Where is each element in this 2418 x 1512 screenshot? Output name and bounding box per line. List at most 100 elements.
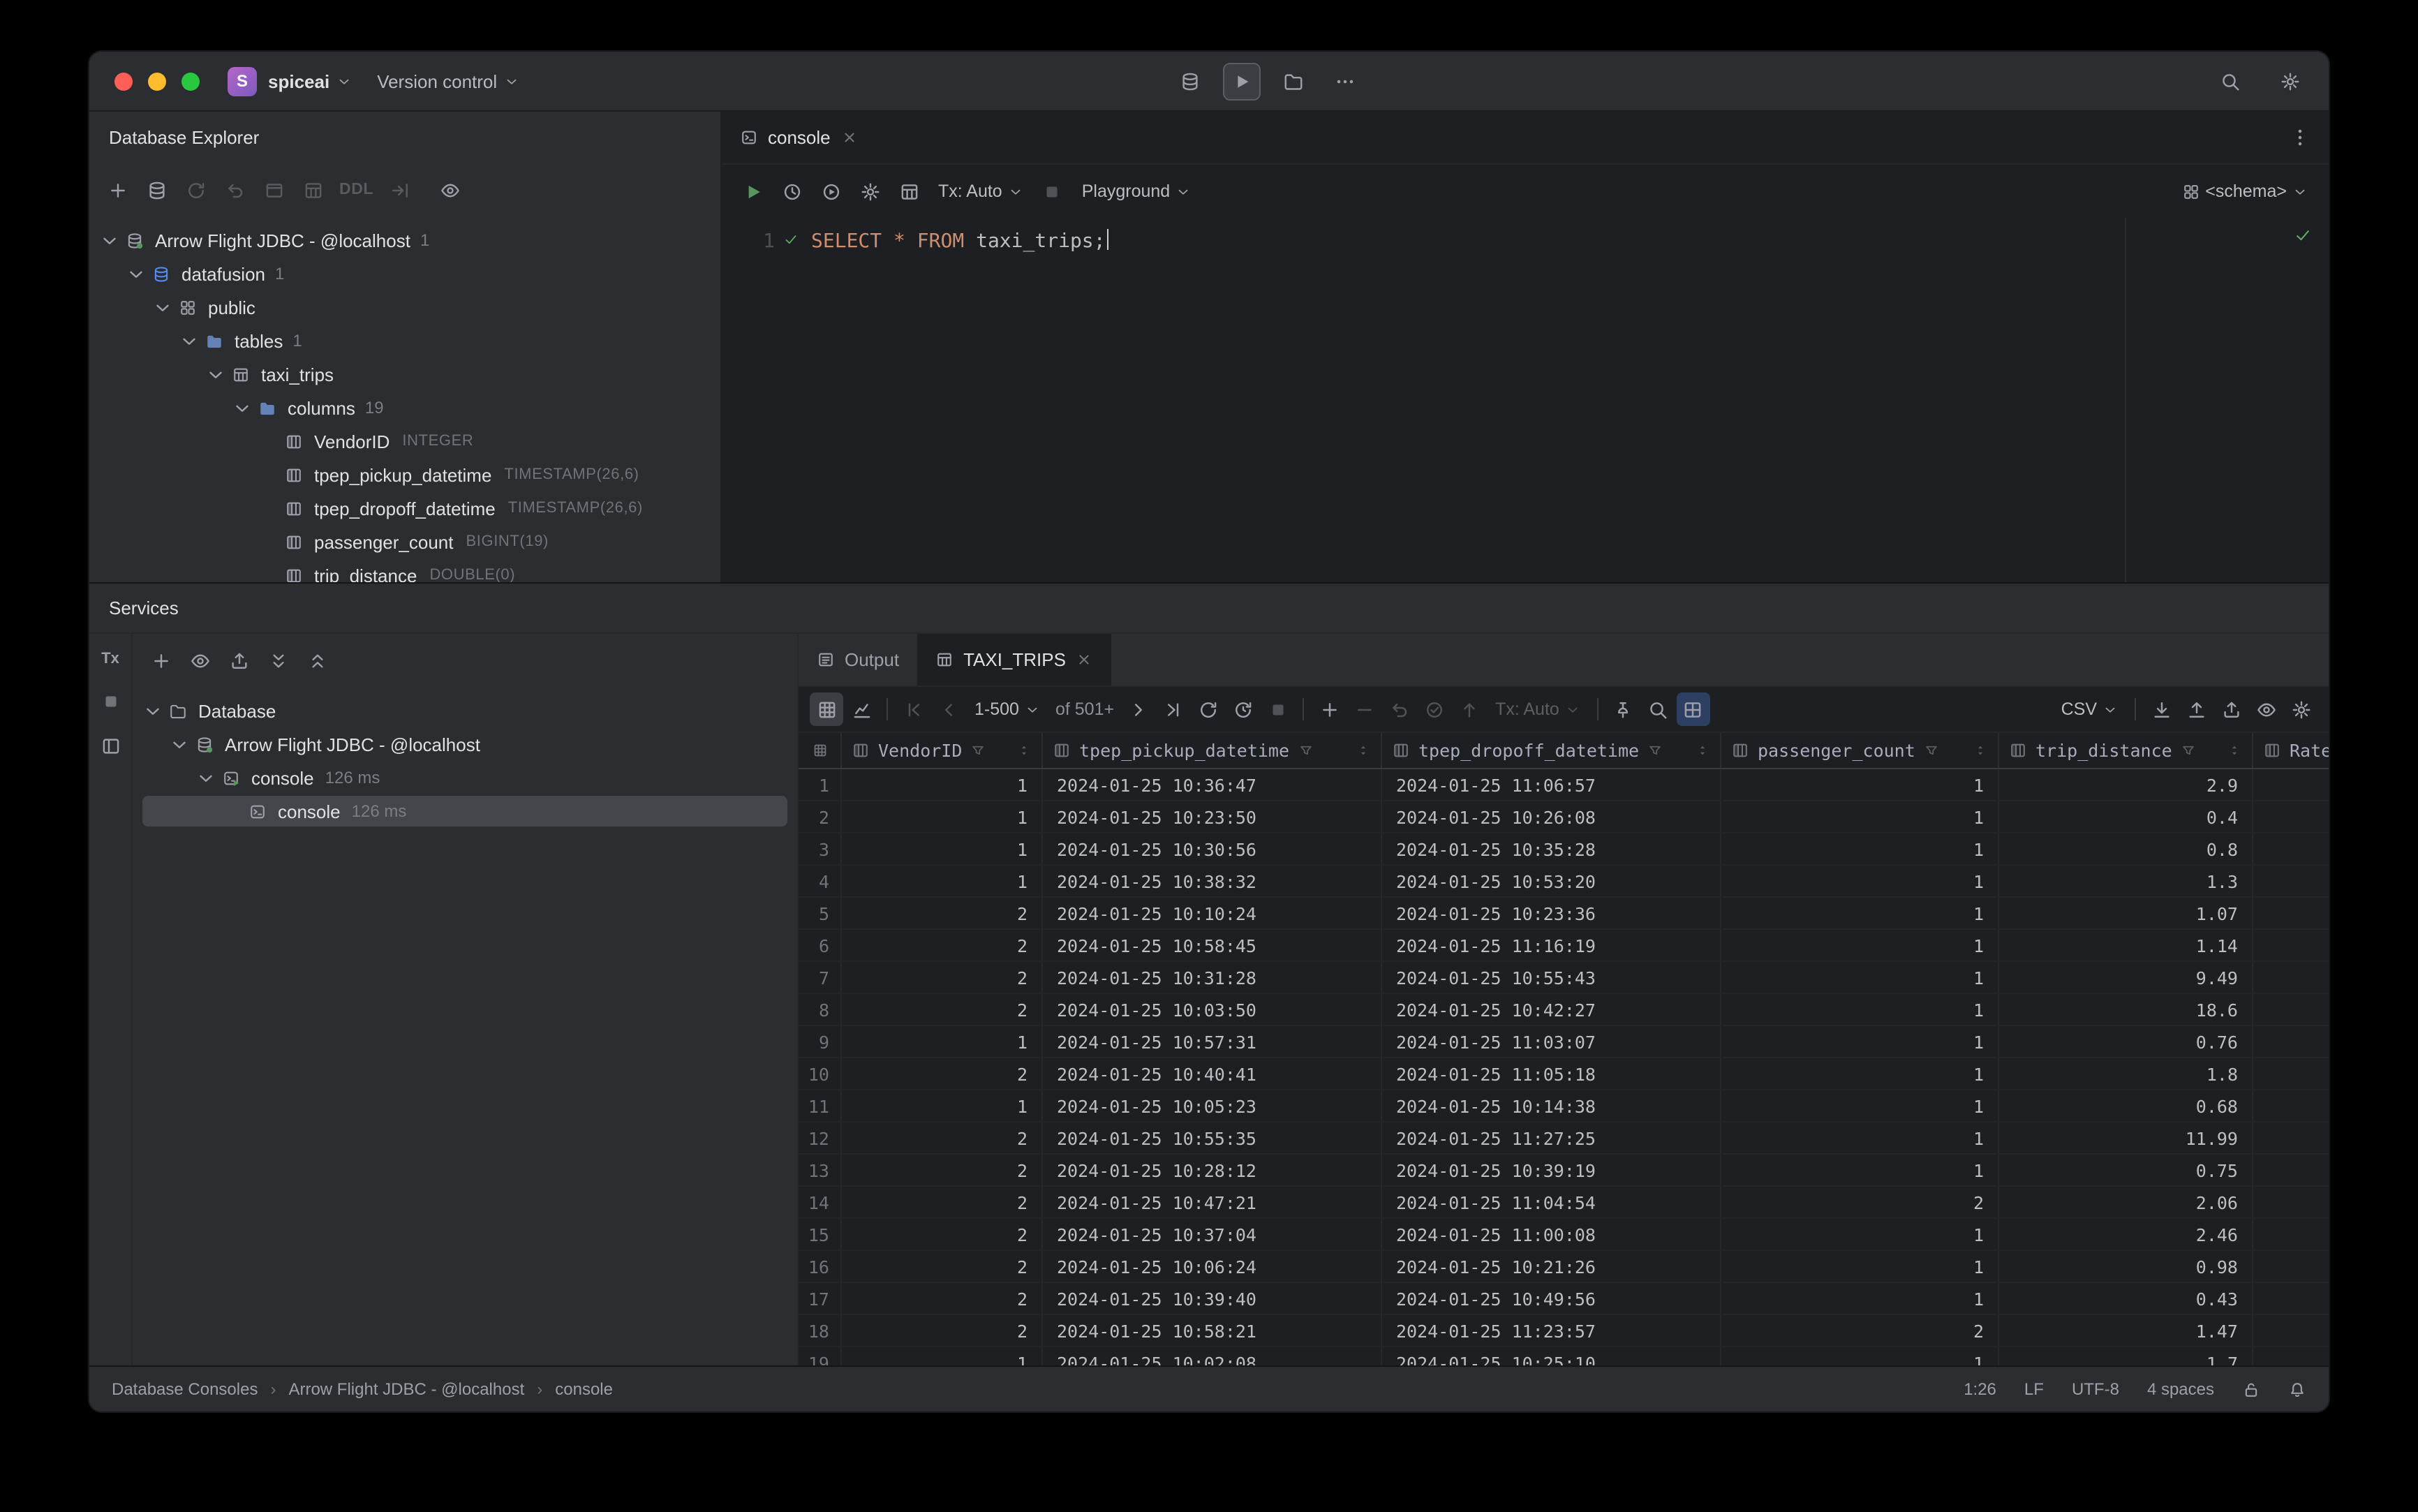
- tree-item-console[interactable]: console 126 ms: [133, 794, 797, 828]
- chevron-down-icon[interactable]: [230, 396, 254, 420]
- ddl-button[interactable]: DDL: [334, 172, 379, 208]
- chevron-down-icon[interactable]: [168, 732, 191, 756]
- cell[interactable]: 2: [842, 1251, 1043, 1282]
- query-history-button[interactable]: [773, 173, 810, 209]
- add-data-source-button[interactable]: [99, 172, 135, 208]
- cell[interactable]: 1: [1721, 1155, 1999, 1185]
- cell[interactable]: 2024-01-25 10:02:08: [1043, 1347, 1382, 1365]
- cell[interactable]: 1: [1721, 801, 1999, 832]
- cell[interactable]: 2024-01-25 11:00:08: [1382, 1219, 1721, 1250]
- row-number[interactable]: 18: [799, 1315, 842, 1346]
- column-header-tpep-pickup-datetime[interactable]: tpep_pickup_datetime: [1043, 733, 1382, 768]
- view-options-button[interactable]: [181, 642, 218, 679]
- line-ending-indicator[interactable]: LF: [2024, 1379, 2044, 1399]
- tx-mode-dropdown[interactable]: Tx: Auto: [930, 173, 1032, 209]
- caret-position[interactable]: 1:26: [1964, 1379, 1996, 1399]
- cell[interactable]: 2024-01-25 10:28:12: [1043, 1155, 1382, 1185]
- cell[interactable]: 1: [1721, 1058, 1999, 1089]
- inspections-ok-icon[interactable]: [2294, 226, 2312, 244]
- data-source-properties-button[interactable]: [138, 172, 175, 208]
- breadcrumb-item-console[interactable]: console: [555, 1379, 613, 1399]
- sort-icon[interactable]: [1356, 743, 1371, 758]
- grid-view-options-button[interactable]: [2249, 692, 2283, 726]
- tab-taxi-trips[interactable]: TAXI_TRIPS: [917, 634, 1112, 685]
- pin-tab-button[interactable]: [1607, 692, 1640, 726]
- database-tool-button[interactable]: [1171, 62, 1209, 100]
- lock-icon[interactable]: [2242, 1380, 2260, 1398]
- cell[interactable]: [2253, 1251, 2329, 1282]
- find-in-grid-button[interactable]: [1642, 692, 1675, 726]
- cell[interactable]: 1: [842, 1347, 1043, 1365]
- cell[interactable]: 2024-01-25 10:26:08: [1382, 801, 1721, 832]
- cell[interactable]: 2024-01-25 10:14:38: [1382, 1090, 1721, 1121]
- cell[interactable]: 2: [842, 962, 1043, 993]
- cell[interactable]: 2: [842, 1058, 1043, 1089]
- cell[interactable]: 0.76: [1999, 1026, 2253, 1057]
- playground-dropdown[interactable]: Playground: [1074, 173, 1200, 209]
- cell[interactable]: [2253, 930, 2329, 961]
- grid-tx-dropdown[interactable]: Tx: Auto: [1487, 692, 1589, 726]
- row-number[interactable]: 13: [799, 1155, 842, 1185]
- revert-changes-button[interactable]: [1382, 692, 1416, 726]
- chart-view-button[interactable]: [845, 692, 878, 726]
- submit-button[interactable]: [1452, 692, 1485, 726]
- cell[interactable]: 1: [1721, 930, 1999, 961]
- row-number[interactable]: 6: [799, 930, 842, 961]
- cell[interactable]: [2253, 1090, 2329, 1121]
- import-data-button[interactable]: [2179, 692, 2213, 726]
- cell[interactable]: [2253, 1187, 2329, 1217]
- row-number[interactable]: 11: [799, 1090, 842, 1121]
- export-button[interactable]: [221, 642, 257, 679]
- jump-to-console-button[interactable]: [382, 172, 418, 208]
- tree-item-database[interactable]: Database: [133, 694, 797, 727]
- row-number[interactable]: 14: [799, 1187, 842, 1217]
- services-tool-button[interactable]: [1223, 62, 1261, 100]
- stop-button[interactable]: [1034, 173, 1071, 209]
- run-script-button[interactable]: [813, 173, 849, 209]
- tree-item-tpep-dropoff-datetime[interactable]: tpep_dropoff_datetime TIMESTAMP(26,6): [89, 491, 720, 525]
- cell[interactable]: 2024-01-25 10:35:28: [1382, 833, 1721, 864]
- bell-icon[interactable]: [2288, 1380, 2306, 1398]
- cell[interactable]: 1: [842, 801, 1043, 832]
- tree-item-columns[interactable]: columns 19: [89, 391, 720, 424]
- cell[interactable]: 2024-01-25 10:49:56: [1382, 1283, 1721, 1314]
- cell[interactable]: 2024-01-25 10:30:56: [1043, 833, 1382, 864]
- open-table-button[interactable]: [295, 172, 331, 208]
- cell[interactable]: 0.98: [1999, 1251, 2253, 1282]
- view-options-button[interactable]: [432, 172, 468, 208]
- row-number[interactable]: 4: [799, 866, 842, 896]
- cell[interactable]: 1: [1721, 1026, 1999, 1057]
- row-number[interactable]: 10: [799, 1058, 842, 1089]
- cell[interactable]: 2.06: [1999, 1187, 2253, 1217]
- cell[interactable]: 2024-01-25 10:23:36: [1382, 898, 1721, 928]
- row-number[interactable]: 15: [799, 1219, 842, 1250]
- cell[interactable]: 2024-01-25 10:39:19: [1382, 1155, 1721, 1185]
- row-number[interactable]: 5: [799, 898, 842, 928]
- chevron-down-icon[interactable]: [204, 362, 228, 386]
- reload-data-button[interactable]: [1191, 692, 1224, 726]
- tree-item-arrow-flight-jdbc-localhost[interactable]: Arrow Flight JDBC - @localhost 1: [89, 223, 720, 257]
- settings-button[interactable]: [2271, 62, 2309, 100]
- row-number[interactable]: 19: [799, 1347, 842, 1365]
- row-number[interactable]: 3: [799, 833, 842, 864]
- cell[interactable]: 2024-01-25 10:47:21: [1043, 1187, 1382, 1217]
- cell[interactable]: 1.47: [1999, 1315, 2253, 1346]
- breadcrumb-item-database-consoles[interactable]: Database Consoles: [112, 1379, 258, 1399]
- row-number[interactable]: 1: [799, 769, 842, 800]
- tree-item-arrow-flight-jdbc-localhost[interactable]: Arrow Flight JDBC - @localhost: [133, 727, 797, 761]
- cell[interactable]: 1.3: [1999, 866, 2253, 896]
- tx-strip-button[interactable]: Tx: [101, 651, 119, 667]
- console-settings-button[interactable]: [852, 173, 888, 209]
- funnel-icon[interactable]: [970, 743, 986, 758]
- chevron-down-icon[interactable]: [177, 329, 201, 353]
- tree-item-console[interactable]: console 126 ms: [133, 761, 797, 794]
- cell[interactable]: 2: [842, 1219, 1043, 1250]
- cell[interactable]: 2: [1721, 1187, 1999, 1217]
- tree-item-tables[interactable]: tables 1: [89, 324, 720, 357]
- export-format-dropdown[interactable]: CSV: [2053, 692, 2126, 726]
- cell[interactable]: 1: [1721, 898, 1999, 928]
- run-button[interactable]: [734, 173, 771, 209]
- cell[interactable]: 18.6: [1999, 994, 2253, 1025]
- cell[interactable]: [2253, 994, 2329, 1025]
- cell[interactable]: 2024-01-25 11:04:54: [1382, 1187, 1721, 1217]
